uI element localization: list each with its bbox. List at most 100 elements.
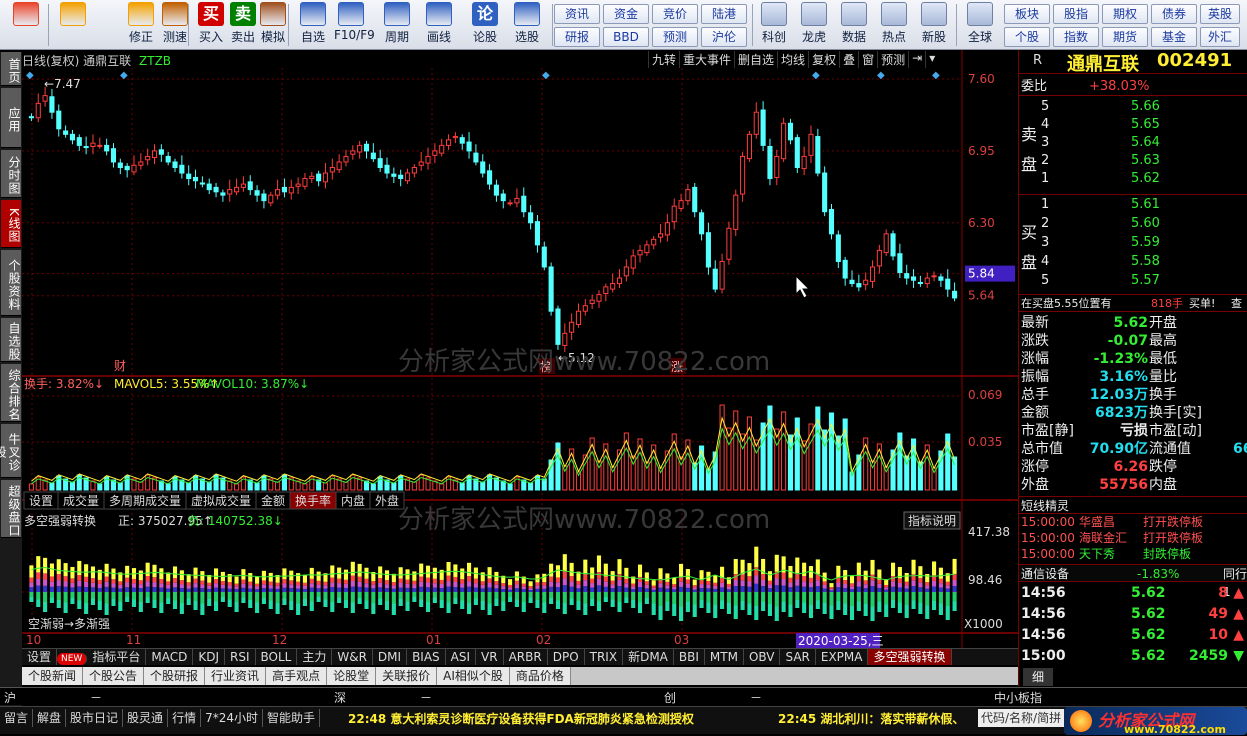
left-nav-item[interactable]: 应用 — [1, 88, 21, 148]
indicator-tab[interactable]: 指标平台 — [87, 649, 147, 665]
indicator-tab[interactable]: MACD — [146, 649, 194, 665]
chart-tool-btn[interactable]: 九转 — [648, 51, 680, 68]
vol-tab[interactable]: 外盘 — [375, 493, 399, 508]
news-tab[interactable]: 个股公告 — [83, 667, 145, 685]
vol-tab[interactable]: 设置 — [29, 494, 53, 508]
bid-row[interactable]: 2 5.60 — [1019, 215, 1247, 233]
toolbar-btn-document[interactable]: F10/F9 — [334, 2, 375, 48]
indicator-tab[interactable]: 新DMA — [623, 649, 674, 665]
status-item[interactable]: 股灵通 — [123, 709, 169, 727]
status-item[interactable]: 7*24小时 — [201, 709, 263, 727]
short-line-header[interactable]: 短线精灵 — [1019, 496, 1247, 514]
kline-chart-area[interactable]: 7.606.956.305.845.64←7.47←5.12◆ ◆ ◆ ◆ ◆ ◆财榜涨分… — [22, 50, 1018, 650]
toolbar-text-btn[interactable]: 竞价 — [652, 4, 698, 24]
toolbar-btn-pencil[interactable]: 画线 — [422, 2, 456, 48]
ind-explain-button[interactable]: 指标说明 — [908, 513, 956, 528]
index-sh-label[interactable]: 沪 — [4, 689, 16, 706]
indicator-tab[interactable]: VR — [476, 649, 504, 665]
chart-tool-btn[interactable]: 均线 — [777, 51, 809, 68]
toolbar-btn-sell[interactable]: 卖卖出 — [226, 2, 260, 48]
short-line-item[interactable]: 15:00:00 华盛昌 打开跌停板 — [1019, 514, 1247, 530]
vol-tab[interactable]: 金额 — [261, 493, 285, 508]
tag-cai[interactable]: 财 — [114, 359, 126, 373]
toolbar-btn-cycle[interactable]: 周期 — [380, 2, 414, 48]
toolbar-btn-stopwatch[interactable]: 测速 — [158, 2, 192, 48]
toolbar-text-btn[interactable]: 沪伦 — [701, 27, 747, 47]
news-ticker-2[interactable]: 22:45 湖北利川：落实带薪休假、 — [778, 710, 976, 727]
left-nav-item[interactable]: 分时图 — [1, 150, 21, 198]
vol-tab[interactable]: 成交量 — [63, 493, 99, 508]
indicator-tab[interactable]: W&R — [332, 649, 373, 665]
bid-row[interactable]: 3 5.59 — [1019, 234, 1247, 252]
short-line-item[interactable]: 15:00:00 海联金汇 打开跌停板 — [1019, 530, 1247, 546]
toolbar-btn-hot[interactable]: 热点 — [876, 2, 912, 48]
indicator-tab[interactable]: DPO — [548, 649, 585, 665]
event-diamond-icon[interactable]: ◆ — [120, 70, 128, 81]
left-nav-item[interactable]: 超级盘口 — [1, 480, 21, 538]
bid-row[interactable]: 1 5.61 — [1019, 196, 1247, 214]
news-tab[interactable]: 论股堂 — [327, 667, 377, 685]
toolbar-text-btn[interactable]: 陆港 — [701, 4, 747, 24]
news-tab[interactable]: 商品价格 — [509, 667, 571, 685]
big-order-info[interactable]: 在买盘5.55位置有 818手 买单! 查 — [1019, 294, 1247, 312]
toolbar-btn-star[interactable]: 自选 — [296, 2, 330, 48]
indicator-tab[interactable]: ARBR — [504, 649, 548, 665]
status-item[interactable]: 行情 — [168, 709, 202, 727]
left-nav-item[interactable]: 个股资料 — [1, 250, 21, 316]
news-tab[interactable]: 关联报价 — [376, 667, 438, 685]
tick-detail-tab[interactable]: 细 — [1023, 668, 1053, 686]
left-nav-item[interactable]: K线图 — [1, 200, 21, 248]
left-nav-item[interactable]: 综合排名 — [1, 364, 21, 422]
toolbar-text-btn[interactable]: 资讯 — [554, 4, 600, 24]
vol-tab[interactable]: 虚拟成交量 — [191, 493, 251, 508]
toolbar-text-btn[interactable]: 资金 — [603, 4, 649, 24]
vol-tab[interactable]: 内盘 — [341, 493, 365, 508]
status-item[interactable]: 股市日记 — [66, 709, 124, 727]
indicator-tab[interactable]: EXPMA — [816, 649, 869, 665]
index-sz-label[interactable]: 深 — [334, 689, 346, 706]
toolbar-text-btn[interactable]: 研报 — [554, 27, 600, 47]
chart-tool-btn[interactable]: 叠 — [839, 51, 859, 68]
indicator-tab[interactable]: NEW — [57, 653, 88, 665]
toolbar-btn-clock[interactable]: 修正 — [124, 2, 158, 48]
left-nav-item[interactable]: 牛叉诊股 — [0, 424, 21, 478]
toolbar-btn-windows-logo[interactable] — [4, 2, 48, 48]
toolbar-text-btn[interactable]: 股指 — [1053, 4, 1099, 24]
indicator-tab[interactable]: DMI — [373, 649, 408, 665]
news-tab[interactable]: 个股研报 — [144, 667, 206, 685]
chart-tool-btn[interactable]: 删自选 — [734, 51, 778, 68]
status-item[interactable]: 留言 — [0, 709, 34, 727]
indicator-tab[interactable]: BOLL — [256, 649, 298, 665]
toolbar-text-btn[interactable]: 个股 — [1004, 27, 1050, 47]
status-item[interactable]: 智能助手 — [263, 709, 320, 727]
toolbar-btn-hammer[interactable]: 模拟 — [256, 2, 290, 48]
event-diamond-icon[interactable]: ◆ — [877, 70, 885, 81]
indicator-tab[interactable]: TRIX — [585, 649, 624, 665]
toolbar-btn-pe[interactable]: 数据 — [836, 2, 872, 48]
expand-icon[interactable]: ⇥ — [908, 51, 926, 68]
big-order-check-button[interactable]: 查 — [1231, 295, 1242, 313]
indicator-tab[interactable]: BIAS — [407, 649, 446, 665]
toolbar-btn-ipo[interactable]: 新股 — [916, 2, 952, 48]
toolbar-text-btn[interactable]: BBD — [603, 27, 649, 47]
indicator-tab[interactable]: OBV — [744, 649, 781, 665]
toolbar-text-btn[interactable]: 期货 — [1102, 27, 1148, 47]
toolbar-text-btn[interactable]: 期权 — [1102, 4, 1148, 24]
toolbar-text-btn[interactable]: 英股 — [1200, 4, 1240, 24]
ask-row[interactable]: 1 5.62 — [1019, 170, 1247, 188]
event-diamond-icon[interactable]: ◆ — [932, 70, 940, 81]
left-nav-item[interactable]: 首页 — [1, 52, 21, 86]
toolbar-text-btn[interactable]: 指数 — [1053, 27, 1099, 47]
toolbar-btn-globe[interactable]: 全球 — [962, 2, 998, 48]
index-cy-label[interactable]: 创 — [664, 689, 676, 706]
ask-row[interactable]: 2 5.63 — [1019, 152, 1247, 170]
ask-row[interactable]: 3 5.64 — [1019, 134, 1247, 152]
toolbar-btn-filter[interactable]: 选股 — [510, 2, 544, 48]
event-diamond-icon[interactable]: ◆ — [812, 70, 820, 81]
left-nav-item[interactable]: 自选股 — [1, 318, 21, 362]
toolbar-btn-buy[interactable]: 买买入 — [194, 2, 228, 48]
indicator-tab[interactable]: BBI — [674, 649, 705, 665]
ask-row[interactable]: 4 5.65 — [1019, 116, 1247, 134]
news-tab[interactable]: 行业资讯 — [205, 667, 267, 685]
news-tab[interactable]: 高手观点 — [266, 667, 328, 685]
